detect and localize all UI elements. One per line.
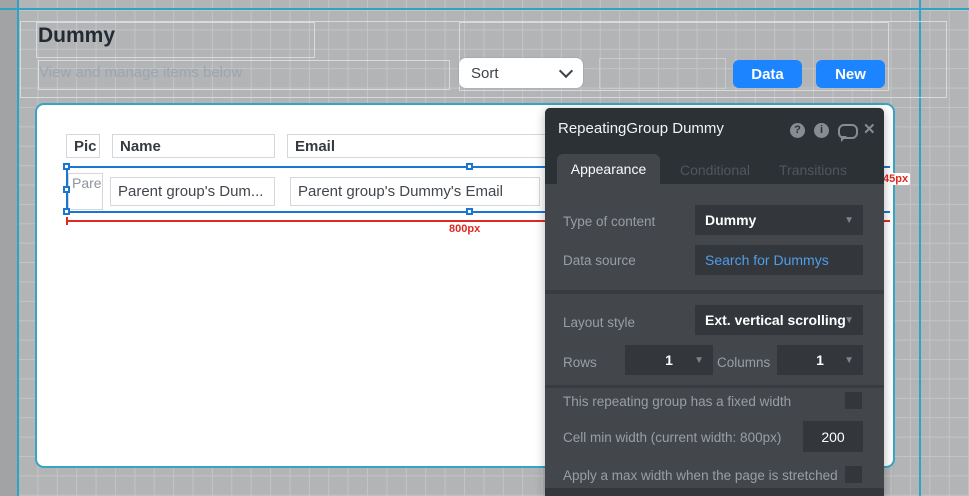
cell-min-width-label: Cell min width (current width: 800px) (563, 430, 781, 445)
sort-dropdown-label: Sort (471, 65, 499, 82)
type-of-content-value: Dummy (705, 212, 756, 228)
rows-dropdown[interactable]: 1 ▼ (625, 345, 713, 375)
data-source-input[interactable]: Search for Dummys (695, 245, 863, 275)
row-cell-pic[interactable]: Parent group's... (68, 173, 103, 210)
page-title: Dummy (38, 24, 115, 48)
editor-canvas: Dummy View and manage items below Sort D… (0, 0, 969, 496)
rows-value: 1 (665, 352, 673, 368)
search-input[interactable] (599, 58, 726, 89)
type-of-content-dropdown[interactable]: Dummy ▼ (695, 205, 863, 235)
max-width-label: Apply a max width when the page is stret… (563, 468, 838, 483)
selection-handle[interactable] (466, 208, 473, 215)
column-header-name[interactable]: Name (112, 134, 275, 158)
data-source-label: Data source (563, 253, 636, 268)
rows-label: Rows (563, 355, 597, 370)
chevron-down-icon (559, 64, 573, 78)
data-source-value[interactable]: Search for Dummys (705, 252, 829, 268)
width-measure-tick (66, 217, 68, 225)
section-divider (545, 290, 884, 294)
close-icon[interactable]: ✕ (863, 122, 876, 138)
fixed-width-label: This repeating group has a fixed width (563, 394, 791, 409)
outside-page-area (0, 0, 17, 496)
gap-measure-label: 45px (881, 173, 910, 185)
layout-style-label: Layout style (563, 315, 635, 330)
new-button[interactable]: New (816, 60, 885, 88)
selection-handle[interactable] (63, 208, 70, 215)
layout-style-dropdown[interactable]: Ext. vertical scrolling ▼ (695, 305, 863, 335)
tab-appearance[interactable]: Appearance (557, 154, 660, 184)
selection-handle[interactable] (466, 163, 473, 170)
row-cell-name[interactable]: Parent group's Dum... (110, 177, 275, 206)
sort-dropdown[interactable]: Sort (459, 58, 583, 88)
max-width-checkbox[interactable] (845, 466, 862, 483)
property-editor-panel: RepeatingGroup Dummy ? i ✕ Appearance Co… (545, 108, 884, 496)
column-header-email[interactable]: Email (287, 134, 587, 158)
comment-icon[interactable] (838, 124, 858, 139)
caret-down-icon: ▼ (844, 355, 854, 366)
page-subtitle: View and manage items below (39, 64, 242, 81)
tab-conditional[interactable]: Conditional (675, 156, 755, 184)
data-button[interactable]: Data (733, 60, 802, 88)
page-top-guide (0, 8, 969, 10)
help-icon[interactable]: ? (790, 123, 805, 138)
columns-label: Columns (717, 355, 770, 370)
caret-down-icon: ▼ (694, 355, 704, 366)
layout-style-value: Ext. vertical scrolling (705, 312, 846, 328)
columns-dropdown[interactable]: 1 ▼ (777, 345, 863, 375)
tab-transitions[interactable]: Transitions (770, 156, 856, 184)
page-left-guide (17, 0, 19, 496)
panel-title: RepeatingGroup Dummy (558, 120, 724, 137)
columns-value: 1 (816, 352, 824, 368)
selection-handle[interactable] (63, 163, 70, 170)
row-cell-email[interactable]: Parent group's Dummy's Email (290, 177, 540, 206)
info-icon[interactable]: i (814, 123, 829, 138)
fixed-width-checkbox[interactable] (845, 392, 862, 409)
selection-handle[interactable] (63, 186, 70, 193)
cell-min-width-input[interactable]: 200 (803, 421, 863, 452)
column-header-pic[interactable]: Pic (66, 134, 100, 158)
type-of-content-label: Type of content (563, 214, 655, 229)
caret-down-icon: ▼ (844, 315, 854, 326)
section-divider (545, 488, 884, 496)
caret-down-icon: ▼ (844, 215, 854, 226)
section-divider (545, 385, 884, 388)
width-measure-label: 800px (449, 223, 480, 235)
